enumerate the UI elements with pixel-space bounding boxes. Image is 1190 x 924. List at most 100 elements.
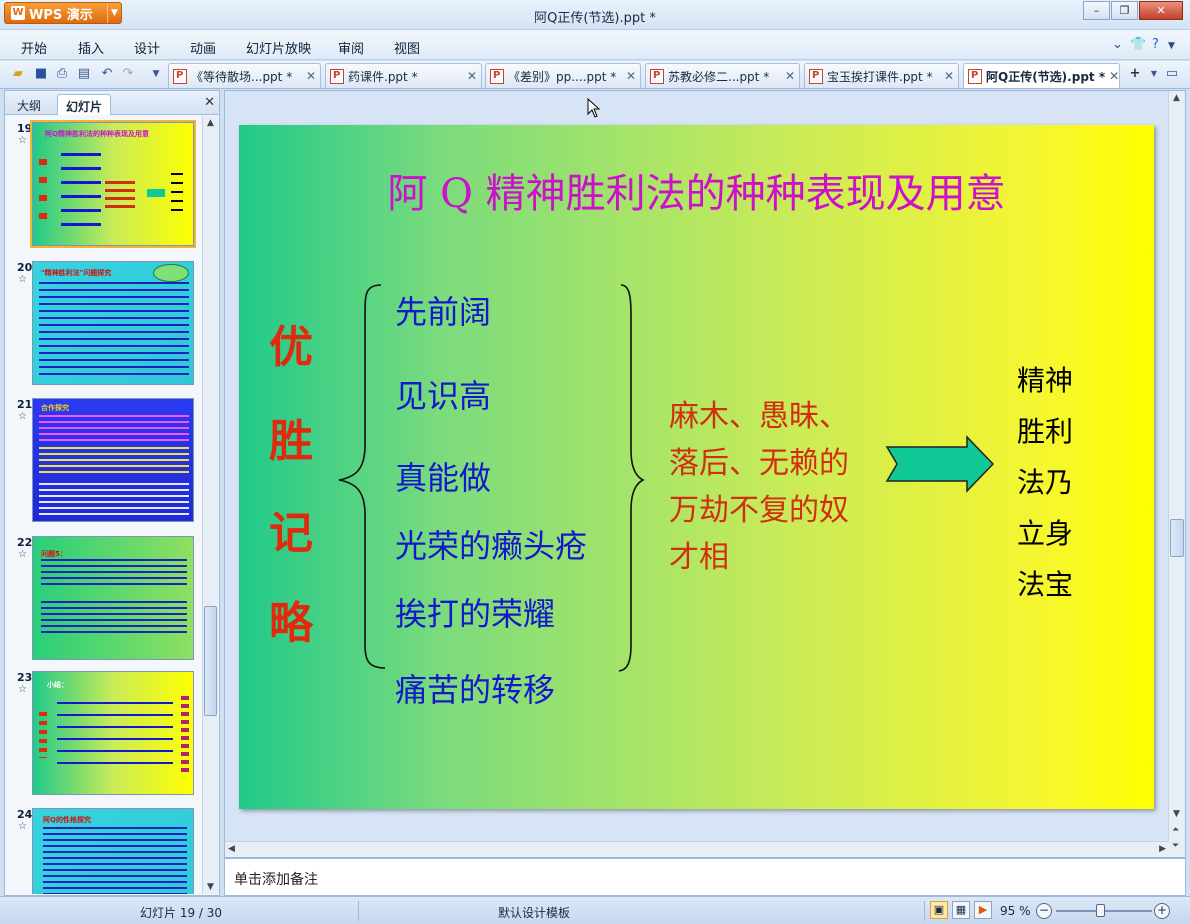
tab-close-icon[interactable]: ✕	[785, 69, 795, 83]
help-dropdown-icon[interactable]: ▼	[1168, 41, 1175, 51]
notes-pane[interactable]: 单击添加备注	[224, 858, 1186, 896]
doc-tab-3[interactable]: 《差别》pp....ppt * ✕	[485, 63, 641, 88]
thumbnail-item[interactable]: 20 ☆ "精神胜利法"问题探究	[5, 259, 201, 391]
tab-slides[interactable]: 幻灯片	[57, 94, 112, 115]
undo-icon[interactable]: ↶	[99, 66, 115, 82]
conclusion-line: 精神	[1017, 364, 1074, 397]
new-tab-icon[interactable]: +	[1127, 66, 1143, 82]
conclusion-line: 法宝	[1017, 568, 1074, 601]
zoom-slider-thumb[interactable]	[1096, 904, 1105, 917]
tab-close-icon[interactable]: ✕	[626, 69, 636, 83]
menu-slideshow[interactable]: 幻灯片放映	[246, 38, 311, 57]
scroll-down-icon[interactable]: ▼	[207, 882, 214, 892]
menu-design[interactable]: 设计	[134, 38, 160, 57]
conclusion-line: 法乃	[1017, 466, 1074, 499]
panel-toggle-icon[interactable]: ▭	[1164, 66, 1180, 82]
slide-item: 痛苦的转移	[395, 671, 556, 709]
doc-tab-5[interactable]: 宝玉挨打课件.ppt * ✕	[804, 63, 959, 88]
skin-icon[interactable]: 👕	[1130, 37, 1146, 52]
status-divider	[358, 901, 359, 921]
thumbnail-mark	[147, 189, 165, 197]
doc-tab-label: 阿Q正传(节选).ppt *	[986, 69, 1106, 84]
doc-tab-4[interactable]: 苏教必修二...ppt * ✕	[645, 63, 800, 88]
print-icon[interactable]: ⎙	[54, 66, 70, 82]
previous-slide-icon[interactable]: ⏶	[1172, 825, 1179, 835]
doc-tab-label: 药课件.ppt *	[348, 69, 418, 84]
star-icon: ☆	[18, 411, 27, 422]
design-template[interactable]: 默认设计模板	[498, 904, 570, 921]
toolbar-dropdown-icon[interactable]: ▼	[148, 66, 164, 82]
doc-tab-6[interactable]: 阿Q正传(节选).ppt * ✕	[963, 63, 1120, 88]
close-panel-icon[interactable]: ✕	[204, 95, 215, 110]
thumbnail-mark	[61, 153, 101, 233]
menu-view[interactable]: 视图	[394, 38, 420, 57]
doc-tab-1[interactable]: 《等待散场...ppt * ✕	[168, 63, 321, 88]
description-line: 麻木、愚昧、	[669, 399, 849, 434]
ppt-file-icon	[968, 68, 982, 84]
scrollbar-thumb[interactable]	[204, 606, 217, 716]
editor-horizontal-scrollbar[interactable]: ◀ ▶	[225, 841, 1169, 857]
thumbnail-title: 阿Q的性格探究	[43, 816, 91, 824]
thumbnail-mark	[39, 159, 47, 229]
tab-close-icon[interactable]: ✕	[944, 69, 954, 83]
close-button[interactable]: ✕	[1139, 1, 1183, 20]
status-divider	[924, 901, 925, 921]
tab-close-icon[interactable]: ✕	[306, 69, 316, 83]
conclusion-line: 立身	[1017, 517, 1074, 550]
zoom-in-icon[interactable]: +	[1154, 903, 1170, 919]
slideshow-view-icon[interactable]: ▶	[974, 901, 992, 919]
next-slide-icon[interactable]: ⏷	[1172, 841, 1179, 851]
zoom-out-icon[interactable]: −	[1036, 903, 1052, 919]
description-line: 才相	[669, 540, 729, 575]
scrollbar-thumb[interactable]	[1170, 519, 1184, 557]
editor-vertical-scrollbar[interactable]: ▲ ▼ ⏶ ⏷	[1168, 91, 1185, 857]
description-line: 落后、无赖的	[669, 446, 849, 481]
thumbnail-number: 20	[17, 261, 33, 274]
menu-review[interactable]: 审阅	[338, 38, 364, 57]
description-text: 麻木、愚昧、 落后、无赖的 万劫不复的奴 才相	[669, 393, 889, 581]
normal-view-icon[interactable]: ▣	[930, 901, 948, 919]
thumbnail-scrollbar[interactable]: ▲ ▼	[202, 116, 218, 894]
current-slide[interactable]: 阿 Q 精神胜利法的种种表现及用意 优 胜 记 略 先前阔 见识高 真能做 光荣…	[239, 125, 1154, 809]
description-line: 万劫不复的奴	[669, 493, 849, 528]
sorter-view-icon[interactable]: ▦	[952, 901, 970, 919]
scroll-down-icon[interactable]: ▼	[1173, 809, 1180, 819]
thumbnail-item[interactable]: 19 ☆ 阿Q精神胜利法的种种表现及用意	[5, 120, 201, 252]
scroll-right-icon[interactable]: ▶	[1159, 844, 1166, 854]
menu-animation[interactable]: 动画	[190, 38, 216, 57]
slide-thumbnail-panel: 大纲 幻灯片 ✕ 19 ☆ 阿Q精神胜利法的种种表现及用意 20 ☆ "精神胜利…	[4, 90, 220, 896]
thumbnail-mark	[39, 447, 189, 477]
menu-insert[interactable]: 插入	[78, 38, 104, 57]
tab-outline[interactable]: 大纲	[9, 94, 49, 115]
thumbnail-item[interactable]: 22 ☆ 问题5：	[5, 534, 201, 666]
menu-home[interactable]: 开始	[21, 38, 47, 57]
scroll-up-icon[interactable]: ▲	[207, 118, 214, 128]
slide-item: 见识高	[395, 377, 492, 415]
doc-tab-2[interactable]: 药课件.ppt * ✕	[325, 63, 482, 88]
ribbon-collapse-icon[interactable]: ⌄	[1112, 37, 1123, 52]
thumbnail-list: 19 ☆ 阿Q精神胜利法的种种表现及用意 20 ☆ "精神胜利法"问题探究 21…	[5, 116, 201, 894]
help-icon[interactable]: ?	[1152, 37, 1159, 52]
conclusion-line: 胜利	[1017, 415, 1074, 448]
scroll-up-icon[interactable]: ▲	[1173, 93, 1180, 103]
tab-close-icon[interactable]: ✕	[467, 69, 477, 83]
zoom-level: 95 %	[1000, 904, 1031, 918]
star-icon: ☆	[18, 549, 27, 560]
thumbnail-mark	[181, 696, 189, 776]
open-icon[interactable]: ▰	[10, 66, 26, 82]
thumbnail-image: 阿Q精神胜利法的种种表现及用意	[30, 120, 196, 248]
thumbnail-item[interactable]: 21 ☆ 合作探究	[5, 396, 201, 528]
preview-icon[interactable]: ▤	[76, 66, 92, 82]
tab-close-icon[interactable]: ✕	[1109, 69, 1119, 83]
thumbnail-mark	[41, 559, 187, 589]
thumbnail-item[interactable]: 24 ☆ 阿Q的性格探究	[5, 806, 201, 894]
save-icon[interactable]: ■	[33, 66, 49, 82]
restore-button[interactable]: ❐	[1111, 1, 1138, 20]
thumbnail-item[interactable]: 23 ☆ 小结：	[5, 669, 201, 801]
tab-list-icon[interactable]: ▼	[1146, 66, 1162, 82]
thumbnail-mark	[41, 601, 187, 637]
star-icon: ☆	[18, 821, 27, 832]
scroll-left-icon[interactable]: ◀	[228, 844, 235, 854]
redo-icon[interactable]: ↷	[120, 66, 136, 82]
minimize-button[interactable]: –	[1083, 1, 1110, 20]
